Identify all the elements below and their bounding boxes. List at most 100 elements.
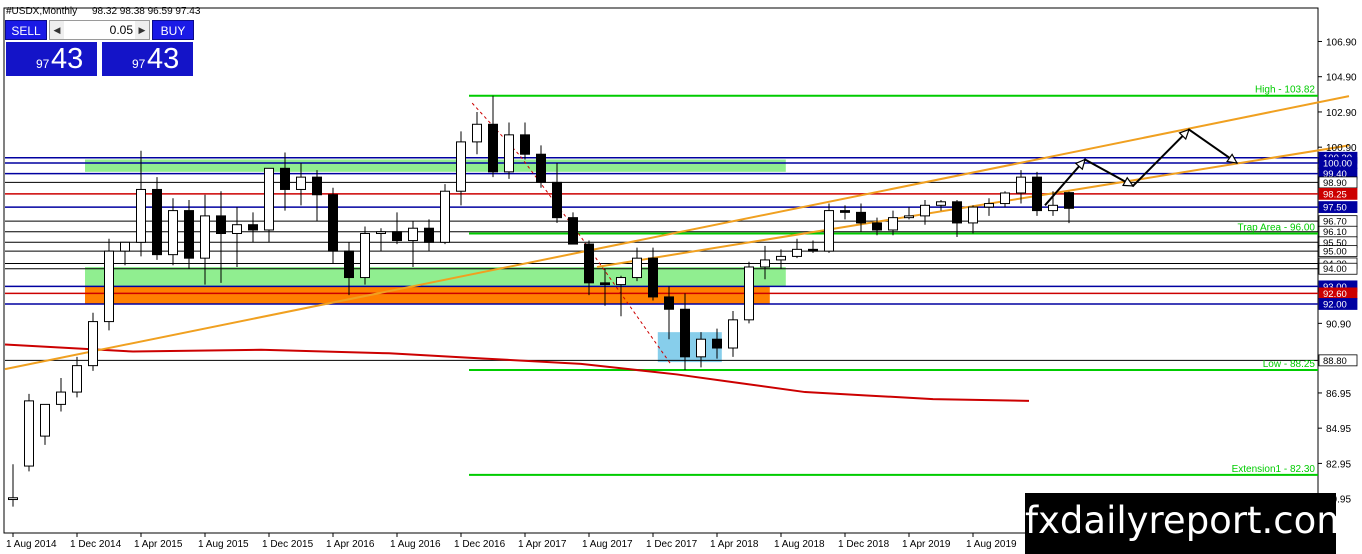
one-click-trading-panel: SELL ◀ 0.05 ▶ BUY 97 43 97 43	[5, 20, 194, 77]
sell-button[interactable]: SELL	[5, 20, 47, 40]
ask-price-prefix: 97	[132, 57, 146, 71]
bid-price-pips: 43	[51, 43, 84, 75]
x-tick-label: 1 Dec 2017	[646, 539, 698, 550]
candle-body	[8, 497, 18, 501]
ask-price-pips: 43	[147, 43, 180, 75]
y-tick-label: 90.90	[1326, 319, 1351, 330]
candle-body	[888, 217, 898, 231]
candle-body	[280, 167, 290, 190]
y-tick-label: 86.95	[1326, 389, 1351, 400]
zone-green_zone	[85, 159, 786, 172]
candle-body	[328, 194, 338, 252]
candle-body	[568, 217, 578, 245]
candle-body	[968, 206, 978, 224]
lot-size-value[interactable]: 0.05	[66, 21, 133, 39]
candle-body	[312, 176, 322, 196]
candle-body	[1016, 176, 1026, 194]
candle-body	[104, 250, 114, 323]
candle-body	[472, 123, 482, 143]
green-level-label: Extension1 - 82.30	[1232, 464, 1316, 475]
candle-body	[680, 308, 690, 358]
x-tick-label: 1 Apr 2018	[710, 539, 759, 550]
candle-body	[456, 141, 466, 192]
candle-body	[952, 201, 962, 224]
candle-body	[232, 224, 242, 235]
candle-body	[296, 176, 306, 190]
x-tick-label: 1 Apr 2019	[902, 539, 951, 550]
ask-price-box[interactable]: 97 43	[101, 41, 194, 77]
y-tick-label: 84.95	[1326, 424, 1351, 435]
chart-ohlc-label: 98.32 98.38 96.59 97.43	[92, 6, 201, 17]
candle-body	[504, 134, 514, 173]
candle-body	[696, 338, 706, 358]
candle-body	[488, 123, 498, 173]
candle-body	[424, 227, 434, 243]
candle-body	[872, 222, 882, 231]
bid-price-box[interactable]: 97 43	[5, 41, 98, 77]
candle-body	[824, 210, 834, 252]
x-tick-label: 1 Aug 2014	[6, 539, 57, 550]
candle-body	[24, 400, 34, 467]
candle-body	[440, 190, 450, 243]
candle-body	[248, 224, 258, 231]
candle-body	[1048, 204, 1058, 212]
y-tick-label: 82.95	[1326, 459, 1351, 470]
x-tick-label: 1 Dec 2016	[454, 539, 506, 550]
zone-green_zone	[85, 266, 786, 287]
candle-body	[600, 282, 610, 286]
candle-body	[392, 231, 402, 242]
candle-body	[520, 134, 530, 155]
candle-body	[760, 259, 770, 268]
candle-body	[664, 296, 674, 310]
candle-body	[264, 167, 274, 231]
x-tick-label: 1 Aug 2018	[774, 539, 825, 550]
candle-body	[40, 403, 50, 437]
candle-body	[56, 391, 66, 405]
price-badge-label: 94.00	[1323, 264, 1347, 275]
candle-body	[856, 211, 866, 224]
candle-body	[536, 153, 546, 183]
y-tick-label: 104.90	[1326, 73, 1357, 84]
price-badge-label: 97.50	[1323, 203, 1347, 214]
x-tick-label: 1 Apr 2016	[326, 539, 375, 550]
y-tick-label: 106.90	[1326, 37, 1357, 48]
candle-body	[1032, 176, 1042, 212]
price-badge-label: 95.00	[1323, 247, 1347, 258]
candle-body	[168, 210, 178, 256]
lot-size-input[interactable]: ◀ 0.05 ▶	[49, 20, 150, 40]
candle-body	[216, 215, 226, 235]
candle-body	[808, 248, 818, 252]
price-badge-label: 92.00	[1323, 299, 1347, 310]
candle-body	[776, 255, 786, 261]
candle-body	[728, 319, 738, 349]
candle-body	[344, 250, 354, 279]
candle-body	[632, 257, 642, 279]
candle-body	[744, 266, 754, 321]
candle-body	[408, 227, 418, 242]
triangle-left-icon[interactable]: ◀	[50, 21, 64, 39]
candle-body	[184, 210, 194, 259]
x-tick-label: 1 Dec 2014	[70, 539, 122, 550]
candle-body	[376, 231, 386, 235]
candle-body	[936, 201, 946, 206]
candle-body	[120, 241, 130, 252]
buy-button[interactable]: BUY	[152, 20, 194, 40]
candle-body	[152, 188, 162, 256]
candle-body	[616, 277, 626, 286]
green-level-label: High - 103.82	[1255, 85, 1315, 96]
x-tick-label: 1 Aug 2016	[390, 539, 441, 550]
bid-price-prefix: 97	[36, 57, 50, 71]
candle-body	[584, 243, 594, 284]
green-level-label: Low - 88.25	[1263, 359, 1316, 370]
x-tick-label: 1 Apr 2017	[518, 539, 567, 550]
x-tick-label: 1 Dec 2015	[262, 539, 314, 550]
price-badge-label: 98.25	[1323, 189, 1347, 200]
candle-body	[904, 215, 914, 219]
candle-body	[360, 233, 370, 279]
candle-body	[712, 338, 722, 349]
candle-body	[920, 204, 930, 217]
triangle-right-icon[interactable]: ▶	[135, 21, 149, 39]
candle-body	[984, 203, 994, 208]
candle-body	[840, 210, 850, 213]
chart-symbol-label: #USDX,Monthly	[6, 6, 77, 17]
